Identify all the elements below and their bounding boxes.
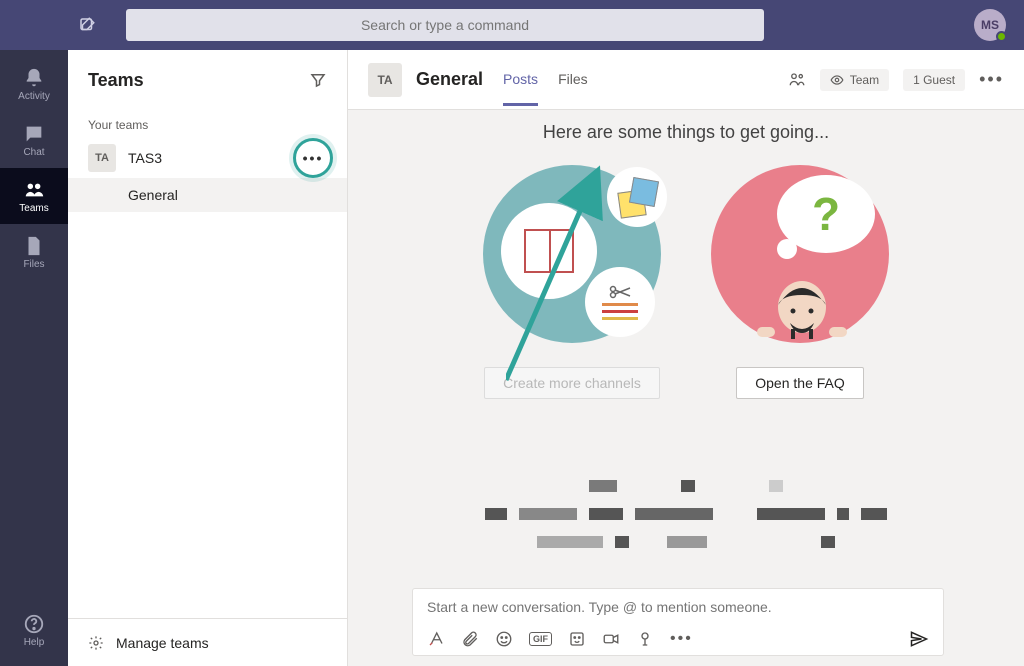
main-area: TA General Posts Files Team 1 Guest ••• … — [348, 50, 1024, 666]
avatar-initials: MS — [981, 18, 999, 32]
teams-panel-header: Teams — [68, 50, 347, 110]
presence-available-icon — [996, 31, 1007, 42]
top-bar: MS — [0, 0, 1024, 50]
faq-card: ? Open the FAQ — [711, 165, 889, 399]
send-icon[interactable] — [909, 629, 929, 649]
compose-toolbar: GIF ••• — [427, 629, 929, 649]
team-avatar: TA — [88, 144, 116, 172]
sticker-icon[interactable] — [568, 630, 586, 648]
format-icon[interactable] — [427, 630, 445, 648]
get-started-heading: Here are some things to get going... — [348, 122, 1024, 143]
bell-icon — [23, 67, 45, 89]
gif-icon[interactable]: GIF — [529, 632, 552, 646]
rail-label: Teams — [19, 203, 48, 214]
rail-label: Activity — [18, 91, 50, 102]
channel-header: TA General Posts Files Team 1 Guest ••• — [348, 50, 1024, 110]
create-channels-button[interactable]: Create more channels — [484, 367, 660, 399]
new-message-icon[interactable] — [78, 16, 96, 34]
rail-label: Help — [24, 637, 45, 648]
user-avatar[interactable]: MS — [974, 9, 1006, 41]
rail-label: Files — [23, 259, 44, 270]
emoji-icon[interactable] — [495, 630, 513, 648]
teams-panel: Teams Your teams TA TAS3 ••• General Man… — [68, 50, 348, 666]
channel-general[interactable]: General — [68, 178, 347, 212]
tab-posts[interactable]: Posts — [503, 53, 538, 106]
team-row[interactable]: TA TAS3 ••• — [68, 138, 347, 178]
faq-illustration: ? — [711, 165, 889, 343]
channel-tabs: Posts Files — [503, 53, 588, 106]
redacted-message — [476, 480, 896, 548]
filter-icon[interactable] — [309, 71, 327, 89]
your-teams-label: Your teams — [68, 110, 347, 138]
rail-activity[interactable]: Activity — [0, 56, 68, 112]
team-more-button[interactable]: ••• — [293, 138, 333, 178]
gear-icon — [88, 635, 104, 651]
create-channels-card: Create more channels — [483, 165, 661, 399]
help-icon — [23, 613, 45, 635]
compose-input[interactable] — [427, 599, 929, 615]
rail-help[interactable]: Help — [0, 602, 68, 658]
posts-content: Here are some things to get going... Cre… — [348, 110, 1024, 666]
compose-more-icon[interactable]: ••• — [670, 630, 693, 648]
channel-more-icon[interactable]: ••• — [979, 69, 1004, 90]
meet-now-icon[interactable] — [602, 630, 620, 648]
channel-title: General — [416, 69, 483, 90]
chat-icon — [23, 123, 45, 145]
teams-panel-title: Teams — [88, 70, 144, 91]
org-icon[interactable] — [788, 71, 806, 89]
rail-files[interactable]: Files — [0, 224, 68, 280]
channel-avatar: TA — [368, 63, 402, 97]
guest-pill[interactable]: 1 Guest — [903, 69, 965, 91]
privacy-pill[interactable]: Team — [820, 69, 889, 91]
open-faq-button[interactable]: Open the FAQ — [736, 367, 864, 399]
search-input[interactable] — [126, 9, 764, 41]
rail-label: Chat — [23, 147, 44, 158]
question-mark-icon: ? — [812, 187, 840, 241]
manage-teams-button[interactable]: Manage teams — [68, 618, 347, 666]
teams-icon — [23, 179, 45, 201]
file-icon — [23, 235, 45, 257]
compose-box: GIF ••• — [412, 588, 944, 656]
person-icon — [747, 267, 857, 347]
manage-teams-label: Manage teams — [116, 635, 209, 651]
eye-icon — [830, 73, 844, 87]
attach-icon[interactable] — [461, 630, 479, 648]
tab-files[interactable]: Files — [558, 53, 588, 106]
rail-chat[interactable]: Chat — [0, 112, 68, 168]
channels-illustration — [483, 165, 661, 343]
rail-teams[interactable]: Teams — [0, 168, 68, 224]
channel-label: General — [128, 187, 178, 203]
team-name-label: TAS3 — [128, 150, 162, 166]
app-rail: Activity Chat Teams Files Help — [0, 50, 68, 666]
guest-label: 1 Guest — [913, 73, 955, 87]
stream-icon[interactable] — [636, 630, 654, 648]
privacy-label: Team — [850, 73, 879, 87]
